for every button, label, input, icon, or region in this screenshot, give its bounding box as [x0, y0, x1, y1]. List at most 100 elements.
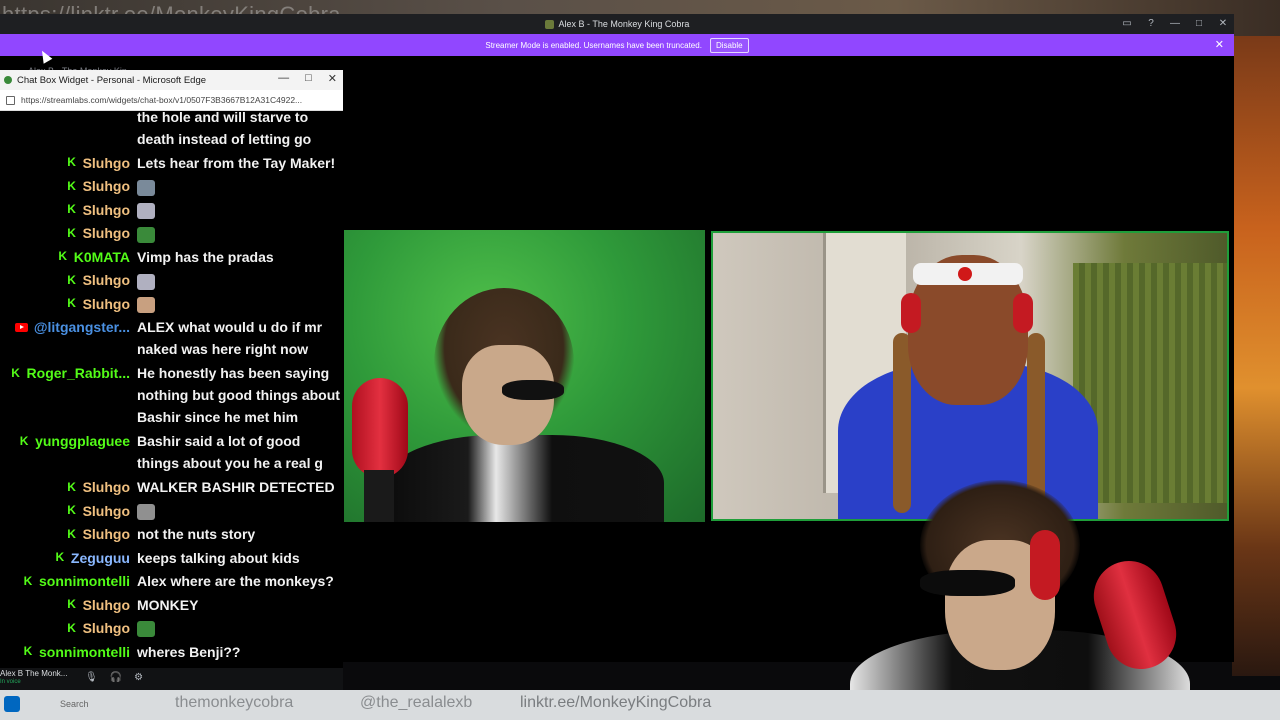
address-bar[interactable]: https://streamlabs.com/widgets/chat-box/…: [0, 90, 343, 111]
knife-emote: [137, 503, 155, 520]
chat-message: K Sluhgo: [0, 269, 343, 291]
chat-author: K Sluhgo: [0, 269, 130, 291]
kick-icon: K: [67, 526, 76, 541]
maximize-icon[interactable]: □: [305, 72, 312, 85]
facecam-sunglasses: [920, 570, 1015, 596]
chat-text: Vimp has the pradas: [137, 246, 342, 268]
chat-author: K Sluhgo: [0, 617, 130, 639]
taskbar-search[interactable]: Search: [60, 699, 89, 709]
chat-message: K Sluhgo: [0, 500, 343, 522]
kick-icon: K: [67, 202, 76, 217]
chat-message: K Sluhgo: [0, 175, 343, 197]
face-emote: [137, 297, 155, 314]
screen-share-icon[interactable]: ▭: [1120, 17, 1134, 31]
chat-message: Ksonnimontelli wheres Benji??: [0, 641, 343, 663]
chat-author: K K0MATA: [0, 246, 130, 268]
chat-username[interactable]: Sluhgo: [83, 155, 130, 171]
chat-author: Kyunggplaguee: [0, 430, 130, 452]
chat-username[interactable]: sonnimontelli: [39, 644, 130, 660]
chat-username[interactable]: Zeguguu: [71, 550, 130, 566]
chat-username[interactable]: K0MATA: [74, 249, 130, 265]
chat-username[interactable]: yunggplaguee: [35, 433, 130, 449]
chat-text: He honestly has been saying nothing but g…: [137, 362, 342, 428]
chat-username[interactable]: Sluhgo: [83, 620, 130, 636]
banner-close-icon[interactable]: ✕: [1215, 38, 1224, 51]
snake-emote: [137, 621, 155, 638]
chat-username[interactable]: Sluhgo: [83, 272, 130, 288]
overlay-handle-mid: @the_realalexb: [360, 694, 473, 711]
chat-list[interactable]: the hole and will starve to death instead…: [0, 110, 343, 668]
chat-author: K Sluhgo: [0, 199, 130, 221]
close-icon[interactable]: ✕: [1216, 17, 1230, 31]
youtube-icon: [14, 322, 28, 332]
chat-username[interactable]: Sluhgo: [83, 503, 130, 519]
chat-message: the hole and will starve to death instead…: [0, 110, 343, 151]
chat-text-line: MONKEY: [137, 596, 199, 613]
kick-icon: K: [23, 644, 33, 659]
app-titlebar: Alex B - The Monkey King Cobra ▭ ? — □ ✕: [0, 14, 1234, 34]
chat-text: [137, 222, 342, 244]
kick-icon: K: [67, 225, 76, 240]
chat-text: [137, 199, 342, 221]
gear-icon[interactable]: ⚙: [134, 672, 143, 683]
kick-icon: K: [67, 479, 76, 494]
chat-text-line: He honestly has been saying: [137, 365, 330, 382]
chat-username[interactable]: Sluhgo: [83, 597, 130, 613]
url-text: https://streamlabs.com/widgets/chat-box/…: [21, 95, 303, 105]
chat-text-line: Vimp has the pradas: [137, 248, 274, 265]
chat-text-line: ALEX what would u do if mr: [137, 319, 323, 336]
chat-author: K Sluhgo: [0, 175, 130, 197]
minimize-icon[interactable]: —: [1168, 17, 1182, 31]
chat-text: [137, 500, 342, 522]
video-tile-left[interactable]: [344, 230, 705, 522]
mic-icon[interactable]: 🎙: [85, 672, 98, 683]
chat-message: K Sluhgo Lets hear from the Tay Maker!: [0, 152, 343, 174]
kick-icon: K: [67, 155, 76, 170]
bottle-emote: [137, 203, 155, 220]
banner-text: Streamer Mode is enabled. Usernames have…: [485, 40, 702, 50]
chat-text: wheres Benji??: [137, 641, 342, 663]
kick-icon: K: [67, 620, 76, 635]
headset: [1013, 293, 1033, 333]
chat-text: MONKEY: [137, 594, 342, 616]
chat-username[interactable]: Sluhgo: [83, 526, 130, 542]
chat-author: K Sluhgo: [0, 594, 130, 616]
maximize-icon[interactable]: □: [1192, 17, 1206, 31]
bottle-emote: [137, 273, 155, 290]
chat-text-line: Alex where are the monkeys?: [137, 573, 334, 589]
edge-title: Chat Box Widget - Personal - Microsoft E…: [17, 74, 207, 86]
chat-text-line: Bashir since he met him: [137, 409, 299, 426]
close-icon[interactable]: ✕: [328, 72, 337, 85]
chat-username[interactable]: Roger_Rabbit...: [27, 365, 130, 381]
mic-arm: [364, 470, 394, 522]
help-icon[interactable]: ?: [1144, 17, 1158, 31]
chat-username[interactable]: Sluhgo: [83, 225, 130, 241]
chat-text: [137, 617, 342, 639]
kick-icon: K: [58, 249, 68, 264]
chat-username[interactable]: Sluhgo: [83, 479, 130, 495]
chat-message: @litgangster... ALEX what would u do if m…: [0, 316, 343, 361]
chat-author: K Zeguguu: [0, 547, 130, 569]
chat-message: K Sluhgo: [0, 617, 343, 639]
chat-text: Alex where are the monkeys?: [137, 570, 342, 592]
chat-username[interactable]: sonnimontelli: [39, 573, 130, 589]
chat-author: K Roger_Rabbit...: [0, 362, 130, 384]
chat-username[interactable]: Sluhgo: [83, 296, 130, 312]
chat-message: K Sluhgo not the nuts story: [0, 523, 343, 545]
minimize-icon[interactable]: —: [278, 72, 289, 85]
disable-button[interactable]: Disable: [709, 37, 749, 53]
chat-username[interactable]: Sluhgo: [83, 178, 130, 194]
chat-username[interactable]: Sluhgo: [83, 202, 130, 218]
snake-emote: [137, 226, 155, 243]
start-icon[interactable]: [4, 696, 20, 712]
headphones-icon[interactable]: 🎧: [110, 672, 122, 683]
voice-username: Alex B The Monk...: [0, 669, 68, 678]
chat-message: Kyunggplaguee Bashir said a lot of good th…: [0, 430, 343, 475]
chat-text: the hole and will starve to death instead…: [137, 110, 342, 150]
chat-text: ALEX what would u do if mr naked was here…: [137, 316, 342, 360]
chat-text-line: keeps talking about kids: [137, 549, 300, 566]
app-title: Alex B - The Monkey King Cobra: [558, 19, 690, 29]
chat-text-line: death instead of letting go: [137, 131, 312, 147]
chat-username[interactable]: @litgangster...: [34, 319, 130, 335]
kick-icon: K: [67, 178, 76, 193]
